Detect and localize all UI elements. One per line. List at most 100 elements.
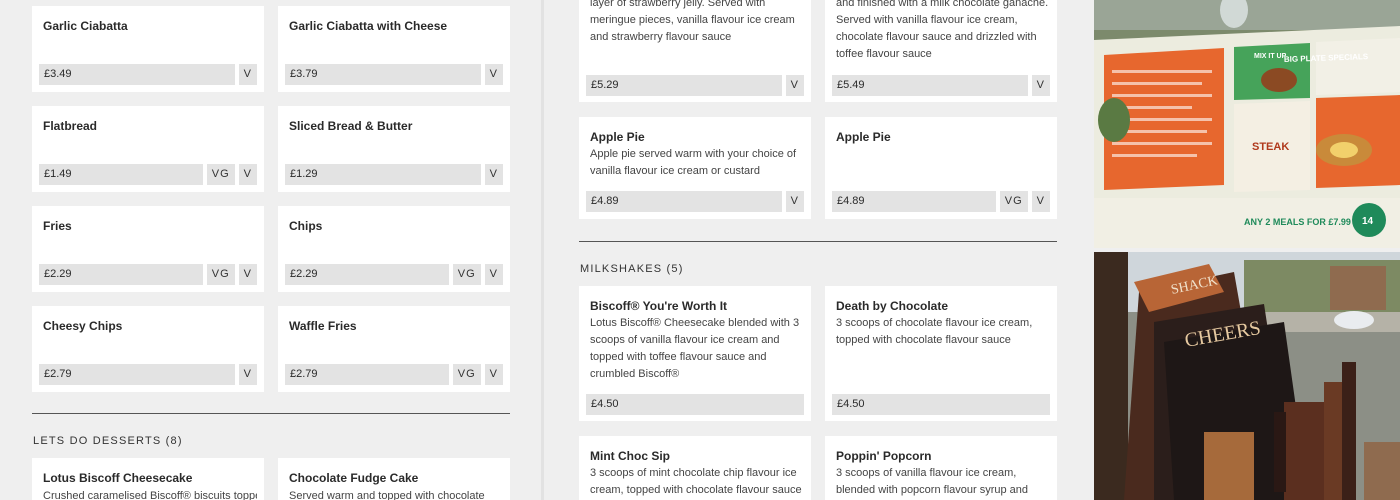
menu-item-card[interactable]: Death by Chocolate 3 scoops of chocolate… (825, 286, 1057, 421)
item-price: £5.29 (586, 75, 782, 96)
item-name: Apple Pie (590, 130, 645, 144)
menu-item-card[interactable]: Cheesy Chips £2.79 V (32, 306, 264, 392)
item-name: Mint Choc Sip (590, 449, 670, 463)
menu-item-card[interactable]: Lotus Biscoff Cheesecake Crushed caramel… (32, 458, 264, 500)
menu-placemat-image: BIG PLATE SPECIALS MIX IT UP STEAK ANY 2… (1094, 0, 1400, 248)
vegetarian-badge: V (484, 364, 503, 385)
menu-item-card[interactable]: Apple Pie £4.89 VG V (825, 117, 1057, 219)
offer-text: ANY 2 MEALS FOR £7.99 (1244, 217, 1351, 227)
menu-item-card[interactable]: Flatbread £1.49 VG V (32, 106, 264, 192)
menu-item-card[interactable]: and finished with a milk chocolate ganac… (825, 0, 1057, 102)
item-name: Chips (289, 219, 323, 233)
item-name: Garlic Ciabatta with Cheese (289, 19, 448, 33)
price-bar: £3.49 V (39, 64, 257, 85)
vegetarian-badge: V (238, 164, 257, 185)
item-name: Apple Pie (836, 130, 891, 144)
item-price: £4.50 (832, 394, 1050, 415)
item-price: £4.89 (832, 191, 996, 212)
item-name: Chocolate Fudge Cake (289, 471, 419, 485)
vegetarian-badge: V (238, 264, 257, 285)
item-name: Death by Chocolate (836, 299, 949, 313)
vegan-badge: VG (999, 191, 1028, 212)
menu-item-card[interactable]: Biscoff® You're Worth It Lotus Biscoff® … (579, 286, 811, 421)
vegetarian-badge: V (1031, 191, 1050, 212)
item-description: Crushed caramelised Biscoff® biscuits to… (43, 490, 257, 500)
middle-menu-column: layer of strawberry jelly. Served with m… (544, 0, 1094, 500)
vegetarian-badge: V (238, 64, 257, 85)
section-title-milkshakes: MILKSHAKES (5) (580, 263, 684, 275)
price-bar: £4.50 (832, 394, 1050, 415)
vegetarian-badge: V (785, 75, 804, 96)
vegan-badge: VG (206, 164, 235, 185)
item-description: layer of strawberry jelly. Served with m… (590, 0, 795, 43)
menu-item-card[interactable]: Garlic Ciabatta £3.49 V (32, 6, 264, 92)
item-name: Fries (43, 219, 72, 233)
section-divider (32, 413, 510, 414)
menu-item-card[interactable]: Garlic Ciabatta with Cheese £3.79 V (278, 6, 510, 92)
item-name: Poppin' Popcorn (836, 449, 932, 463)
price-bar: £1.49 VG V (39, 164, 257, 185)
price-bar: £4.89 VG V (832, 191, 1050, 212)
restaurant-table-image: SHACK CHEERS (1094, 252, 1400, 500)
item-name: Sliced Bread & Butter (289, 119, 413, 133)
item-price: £5.49 (832, 75, 1028, 96)
vegan-badge: VG (452, 364, 481, 385)
price-bar: £5.29 V (586, 75, 804, 96)
item-price: £2.79 (285, 364, 449, 385)
item-name: Waffle Fries (289, 319, 357, 333)
vegan-badge: VG (452, 264, 481, 285)
item-description: 3 scoops of mint chocolate chip flavour … (590, 467, 802, 496)
vegetarian-badge: V (484, 264, 503, 285)
vegetarian-badge: V (785, 191, 804, 212)
left-menu-column: Garlic Ciabatta £3.49 V Garlic Ciabatta … (0, 0, 544, 500)
price-bar: £4.50 (586, 394, 804, 415)
item-description: 3 scoops of vanilla flavour ice cream, b… (836, 467, 1029, 496)
menu-item-card[interactable]: Chocolate Fudge Cake Served warm and top… (278, 458, 510, 500)
menu-item-card[interactable]: Mint Choc Sip 3 scoops of mint chocolate… (579, 436, 811, 500)
item-name: Garlic Ciabatta (43, 19, 128, 33)
item-price: £4.89 (586, 191, 782, 212)
item-price: £1.29 (285, 164, 481, 185)
price-bar: £2.79 VG V (285, 364, 503, 385)
item-price: £2.29 (285, 264, 449, 285)
restaurant-table-photo[interactable]: SHACK CHEERS (1094, 252, 1400, 500)
price-bar: £1.29 V (285, 164, 503, 185)
item-price: £2.79 (39, 364, 235, 385)
steak-text: STEAK (1252, 141, 1289, 153)
vegetarian-badge: V (484, 164, 503, 185)
menu-item-card[interactable]: Poppin' Popcorn 3 scoops of vanilla flav… (825, 436, 1057, 500)
price-bar: £3.79 V (285, 64, 503, 85)
section-divider (579, 241, 1057, 242)
item-description: Served warm and topped with chocolate (289, 490, 485, 500)
menu-item-card[interactable]: layer of strawberry jelly. Served with m… (579, 0, 811, 102)
price-bar: £2.79 V (39, 364, 257, 385)
item-name: Flatbread (43, 119, 98, 133)
item-name: Lotus Biscoff Cheesecake (43, 471, 193, 485)
item-price: £4.50 (586, 394, 804, 415)
item-description: Apple pie served warm with your choice o… (590, 148, 797, 177)
menu-placemat-photo[interactable]: BIG PLATE SPECIALS MIX IT UP STEAK ANY 2… (1094, 0, 1400, 248)
section-title-desserts: LETS DO DESSERTS (8) (33, 435, 183, 447)
price-bar: £4.89 V (586, 191, 804, 212)
menu-item-card[interactable]: Waffle Fries £2.79 VG V (278, 306, 510, 392)
item-name: Biscoff® You're Worth It (590, 299, 728, 313)
menu-item-card[interactable]: Apple Pie Apple pie served warm with you… (579, 117, 811, 219)
menu-item-card[interactable]: Sliced Bread & Butter £1.29 V (278, 106, 510, 192)
item-description: Lotus Biscoff® Cheesecake blended with 3… (590, 317, 800, 380)
item-price: £3.79 (285, 64, 481, 85)
price-bar: £5.49 V (832, 75, 1050, 96)
item-price: £3.49 (39, 64, 235, 85)
item-price: £1.49 (39, 164, 203, 185)
item-description: and finished with a milk chocolate ganac… (836, 0, 1049, 60)
menu-item-card[interactable]: Fries £2.29 VG V (32, 206, 264, 292)
item-description: 3 scoops of chocolate flavour ice cream,… (836, 317, 1033, 346)
vegetarian-badge: V (238, 364, 257, 385)
vegetarian-badge: V (1031, 75, 1050, 96)
item-name: Cheesy Chips (43, 319, 123, 333)
item-price: £2.29 (39, 264, 203, 285)
price-bar: £2.29 VG V (39, 264, 257, 285)
price-bar: £2.29 VG V (285, 264, 503, 285)
mix-it-up-text: MIX IT UP (1254, 53, 1287, 60)
menu-item-card[interactable]: Chips £2.29 VG V (278, 206, 510, 292)
badge-text: 14 (1362, 216, 1374, 227)
